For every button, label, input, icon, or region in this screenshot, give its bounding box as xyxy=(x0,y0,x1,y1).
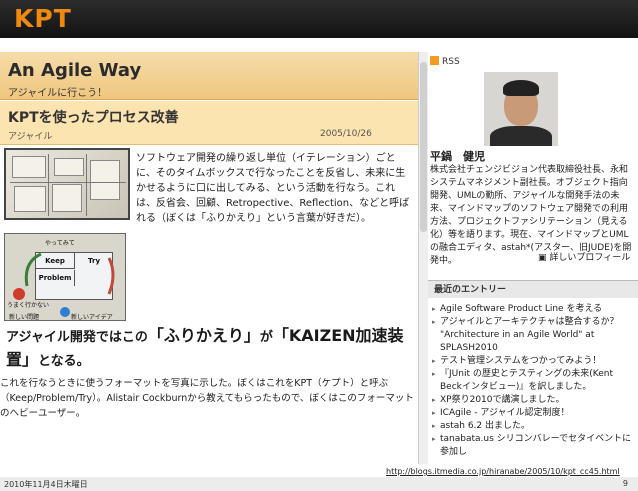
post-date: 2005/10/26 xyxy=(320,129,372,139)
post-category[interactable]: アジャイル xyxy=(8,129,52,142)
sidebar: RSS 平鍋 健児 株式会社チェンジビジョン代表取締役社長、永和システムマネジメ… xyxy=(428,52,638,464)
caption-not-working: うまく行かない xyxy=(7,302,50,309)
rss-link[interactable]: RSS xyxy=(430,56,460,67)
blog-title[interactable]: An Agile Way xyxy=(8,60,141,81)
kpt-diagram-photo: やってみて Keep Try Problem うまく行かない 新しい問題 新しい… xyxy=(4,233,126,321)
page-number: 9 xyxy=(622,479,628,488)
footer-date: 2010年11月4日木曜日 xyxy=(4,480,88,489)
blog-subtitle: アジャイルに行こう！ xyxy=(8,88,108,99)
blog-banner: An Agile Way アジャイルに行こう！ xyxy=(0,52,418,100)
recent-entry[interactable]: astah 6.2 出ました。 xyxy=(432,420,636,433)
author-name: 平鍋 健児 xyxy=(430,150,485,163)
recent-entry[interactable]: アジャイルとアーキテクチャは整合するか？ "Architecture in an… xyxy=(432,316,636,355)
blog-screenshot: An Agile Way アジャイルに行こう！ KPTを使ったプロセス改善 アジ… xyxy=(0,52,638,464)
post-body-bottom: これを行なうときに使うフォーマットを写真に示した。ぼくはこれをKPT（ケプト）と… xyxy=(0,378,414,419)
post-body: ソフトウェア開発の繰り返し単位（イテレーション）ごとに、そのタイムボックスで行な… xyxy=(136,153,410,224)
recent-entries-list: Agile Software Product Line を考える アジャイルとア… xyxy=(432,303,636,459)
caption-new-problem: 新しい問題 xyxy=(9,314,40,321)
recent-entry[interactable]: XP祭り2010で講演しました。 xyxy=(432,394,636,407)
recent-entry[interactable]: 『JUnit の歴史とテスティングの未来(Kent Beckインタビュー)』を訳… xyxy=(432,368,636,394)
author-photo xyxy=(484,72,558,146)
recent-entry[interactable]: テスト管理システムをつかってみよう！ xyxy=(432,355,636,368)
post-header: KPTを使ったプロセス改善 アジャイル 2005/10/26 xyxy=(0,101,418,145)
recent-entries-heading: 最近のエントリー xyxy=(428,280,638,298)
profile-link[interactable]: ▣ 詳しいプロフィール xyxy=(538,250,630,263)
slide-header: KPT xyxy=(0,0,638,38)
post-content: KPTを使ったプロセス改善 アジャイル 2005/10/26 ソフトウェア開発の… xyxy=(0,101,418,464)
whiteboard-photo xyxy=(4,148,130,220)
slide-title: KPT xyxy=(14,4,72,33)
recent-entry[interactable]: tanabata.us シリコンバレーでセタイベントに参加し xyxy=(432,433,636,459)
scroll-thumb[interactable] xyxy=(420,62,427,232)
recent-entry[interactable]: Agile Software Product Line を考える xyxy=(432,303,636,316)
slide-footer: 2010年11月4日木曜日 9 xyxy=(0,477,638,491)
rss-icon xyxy=(430,56,439,65)
post-title[interactable]: KPTを使ったプロセス改善 xyxy=(8,107,179,127)
scrollbar[interactable] xyxy=(418,52,428,464)
highlight-quote: アジャイル開発ではこの「ふりかえり」が「KAIZEN加速装置」となる。 xyxy=(6,326,404,369)
recent-entry[interactable]: ICAgile - アジャイル認定制度！ xyxy=(432,407,636,420)
caption-new-idea: 新しいアイデア xyxy=(71,314,113,321)
source-url[interactable]: http://blogs.itmedia.co.jp/hiranabe/2005… xyxy=(386,467,620,476)
